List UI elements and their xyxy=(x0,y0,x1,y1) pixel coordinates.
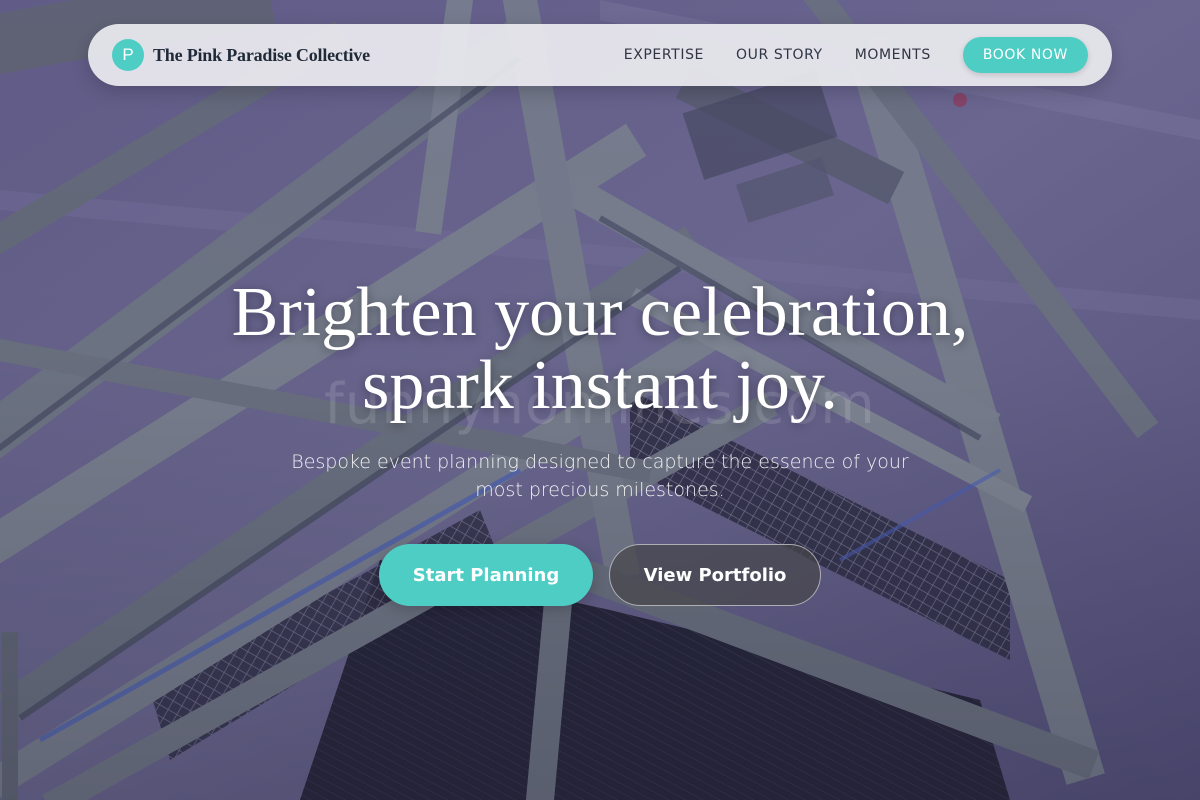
nav-links: EXPERTISE OUR STORY MOMENTS BOOK NOW xyxy=(624,37,1088,73)
book-now-button[interactable]: BOOK NOW xyxy=(962,37,1088,73)
nav-link-moments[interactable]: MOMENTS xyxy=(855,47,931,63)
brand[interactable]: P The Pink Paradise Collective xyxy=(112,39,370,71)
hero-title-line-2: spark instant joy. xyxy=(362,347,838,424)
hero-section: Brighten your celebration, spark instant… xyxy=(0,276,1200,606)
nav-link-expertise[interactable]: EXPERTISE xyxy=(624,47,704,63)
start-planning-button[interactable]: Start Planning xyxy=(379,544,593,606)
hero-title: Brighten your celebration, spark instant… xyxy=(0,276,1200,422)
hero-title-line-1: Brighten your celebration, xyxy=(231,274,969,351)
hero-subtitle-line-1: Bespoke event planning designed to captu… xyxy=(291,451,909,473)
nav-link-our-story[interactable]: OUR STORY xyxy=(736,47,823,63)
cta-row: Start Planning View Portfolio xyxy=(0,544,1200,606)
view-portfolio-button[interactable]: View Portfolio xyxy=(609,544,821,606)
logo-icon: P xyxy=(112,39,144,71)
navbar: P The Pink Paradise Collective EXPERTISE… xyxy=(88,24,1112,86)
hero-subtitle-line-2: most precious milestones. xyxy=(475,479,725,501)
brand-name: The Pink Paradise Collective xyxy=(153,44,370,65)
hero-subtitle: Bespoke event planning designed to captu… xyxy=(270,448,930,504)
